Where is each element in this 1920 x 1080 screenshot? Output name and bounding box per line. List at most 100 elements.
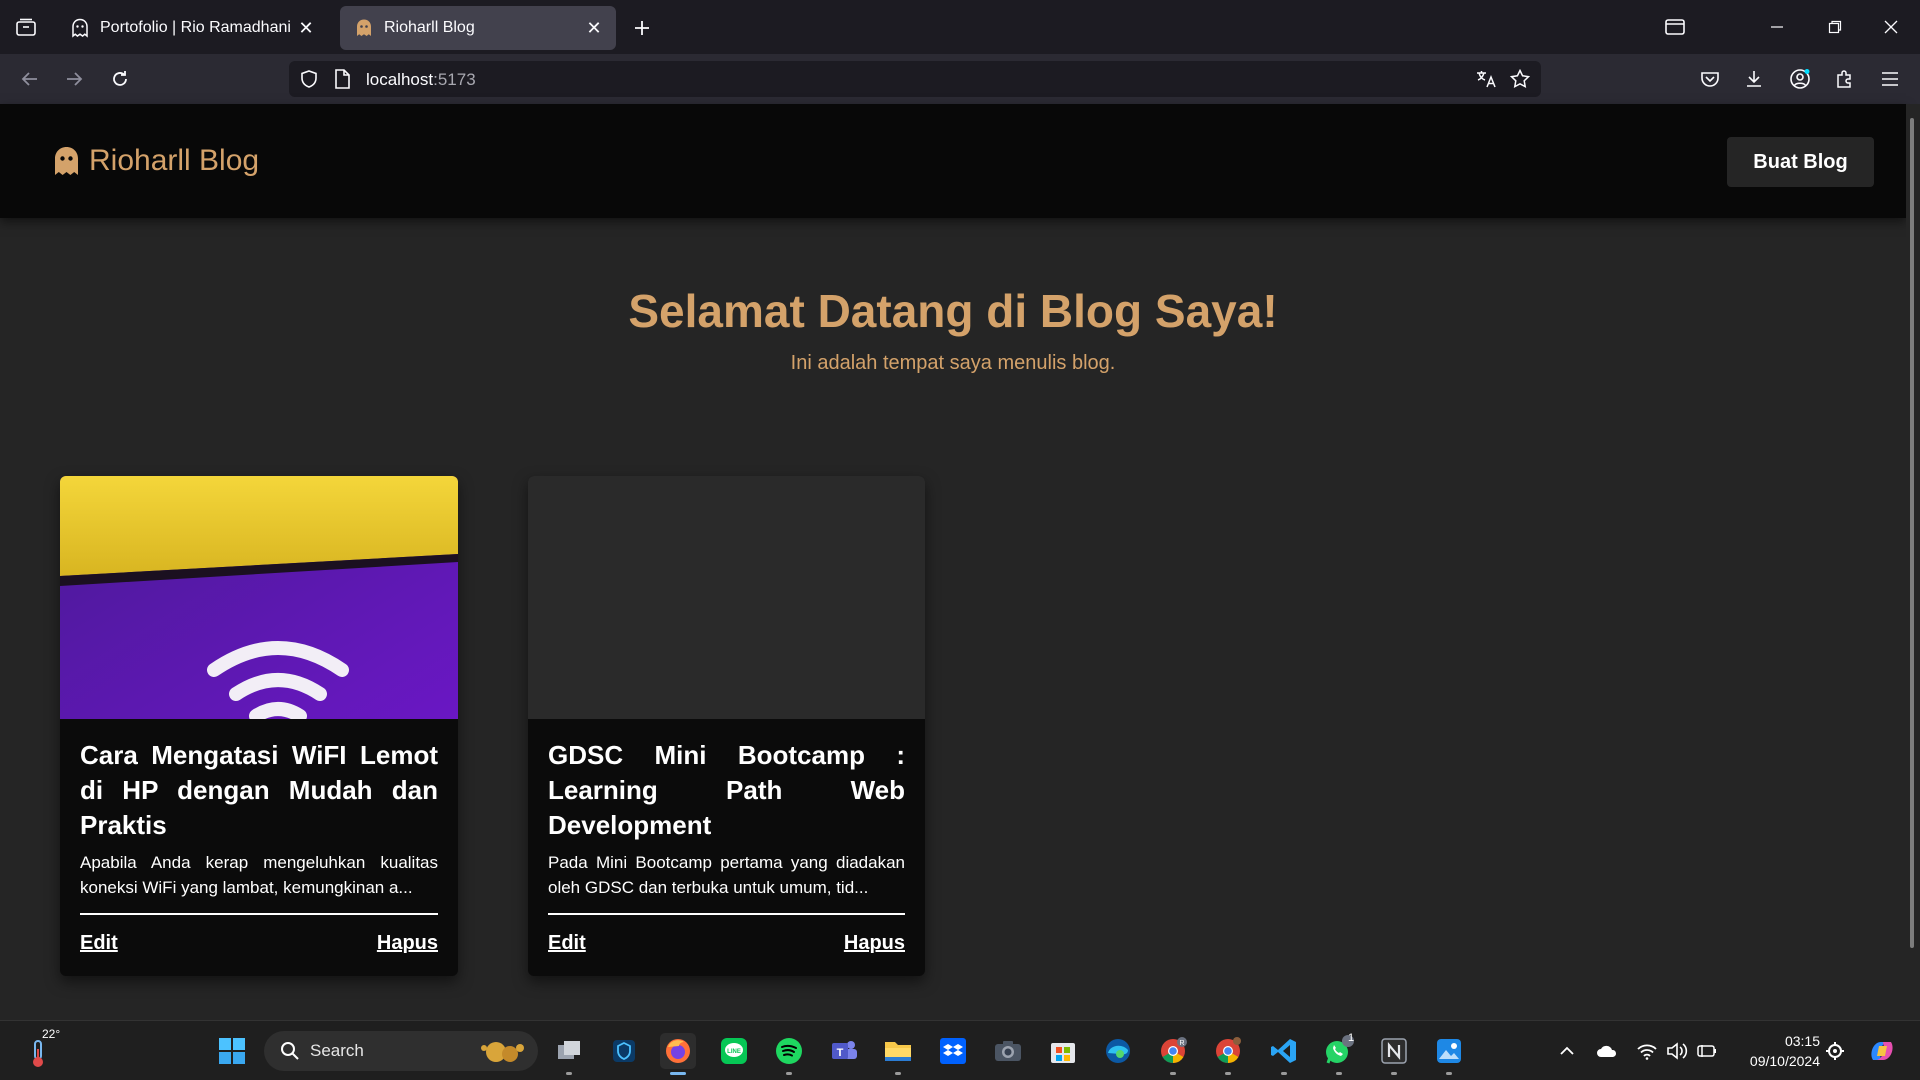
minimize-icon: [1771, 26, 1783, 28]
create-blog-button[interactable]: Buat Blog: [1727, 137, 1874, 187]
new-tab-button[interactable]: [628, 14, 656, 42]
scrollbar-thumb[interactable]: [1910, 118, 1914, 948]
forward-button[interactable]: [58, 63, 90, 95]
folder-icon: [885, 1042, 911, 1061]
notifications-tray[interactable]: [1823, 1039, 1847, 1063]
taskbar-search[interactable]: Search: [264, 1031, 538, 1071]
post-title[interactable]: Cara Mengatasi WiFI Lemot di HP dengan M…: [80, 738, 438, 843]
bookmark-star-icon: [1510, 69, 1530, 88]
svg-text:LINE: LINE: [727, 1049, 741, 1055]
battery-tray[interactable]: [1695, 1039, 1719, 1063]
pocket-icon: [1701, 72, 1719, 87]
menu-button[interactable]: [1874, 63, 1906, 95]
running-indicator: [1336, 1072, 1342, 1075]
hero-title: Selamat Datang di Blog Saya!: [628, 285, 1278, 337]
wifi-icon: [60, 476, 458, 719]
whatsapp-badge: 1: [1348, 1032, 1355, 1044]
blog-post-card[interactable]: GDSC Mini Bootcamp : Learning Path Web D…: [528, 476, 925, 976]
taskbar-edge[interactable]: [1100, 1033, 1136, 1069]
taskbar-task-view[interactable]: [551, 1033, 587, 1075]
brand-link[interactable]: Rioharll Blog: [53, 144, 259, 178]
close-tab-icon[interactable]: ✕: [296, 18, 316, 38]
svg-text:R: R: [1179, 1040, 1184, 1047]
restore-button[interactable]: [1806, 0, 1864, 54]
taskbar-camera[interactable]: [990, 1033, 1026, 1069]
back-button[interactable]: [14, 63, 46, 95]
puzzle-icon: [1837, 70, 1851, 88]
start-button[interactable]: [214, 1033, 250, 1069]
delete-post-link[interactable]: Hapus: [844, 932, 905, 955]
ghost-logo-icon: [55, 147, 78, 175]
battery-icon: [1697, 1045, 1716, 1057]
browser-tab-blog[interactable]: Rioharll Blog ✕: [340, 6, 616, 50]
close-tab-icon[interactable]: ✕: [584, 18, 604, 38]
teams-icon: T: [832, 1041, 857, 1059]
tab-title: Rioharll Blog: [384, 19, 475, 36]
show-hidden-icons-button[interactable]: [1555, 1039, 1579, 1063]
pocket-button[interactable]: [1694, 63, 1726, 95]
taskbar-firefox[interactable]: [660, 1033, 696, 1075]
post-title[interactable]: GDSC Mini Bootcamp : Learning Path Web D…: [548, 738, 905, 843]
page-icon: [335, 69, 350, 89]
camera-icon: [995, 1041, 1021, 1061]
delete-post-link[interactable]: Hapus: [377, 932, 438, 955]
running-indicator: [670, 1072, 686, 1075]
blog-post-card[interactable]: Cara Mengatasi WiFI Lemot di HP dengan M…: [60, 476, 458, 976]
taskbar-teams[interactable]: T: [826, 1033, 862, 1069]
browser-tab-strip: Portofolio | Rio Ramadhani Har ✕ Rioharl…: [0, 0, 1920, 54]
copilot-icon: [1871, 1042, 1893, 1060]
taskbar-chrome[interactable]: R: [1155, 1033, 1191, 1075]
taskbar-file-explorer[interactable]: [880, 1033, 916, 1075]
minimize-button[interactable]: [1748, 0, 1806, 54]
page-scrollbar[interactable]: [1906, 104, 1920, 1020]
hero-subtitle: Ini adalah tempat saya menulis blog.: [790, 352, 1116, 374]
weather-widget[interactable]: 22°: [26, 1027, 66, 1073]
system-clock[interactable]: 03:15 09/10/2024: [1730, 1031, 1820, 1071]
running-indicator: [1225, 1072, 1231, 1075]
edit-post-link[interactable]: Edit: [548, 932, 586, 955]
windows-logo-icon: [219, 1038, 245, 1064]
extensions-button[interactable]: [1829, 63, 1861, 95]
edit-post-link[interactable]: Edit: [80, 932, 118, 955]
browser-tab-portfolio[interactable]: Portofolio | Rio Ramadhani Har ✕: [56, 6, 328, 50]
tab-view-button[interactable]: [1646, 0, 1704, 54]
list-all-tabs-button[interactable]: [0, 0, 52, 54]
running-indicator: [1446, 1072, 1452, 1075]
reload-icon: [113, 71, 127, 86]
windows-taskbar: 22° Search LINE T R 1 03:15 09/10/2024: [0, 1020, 1920, 1080]
firefox-icon: [666, 1039, 690, 1063]
taskbar-chrome-profile[interactable]: [1210, 1033, 1246, 1075]
taskbar-line[interactable]: LINE: [716, 1033, 752, 1069]
restore-icon: [1828, 20, 1842, 34]
taskbar-vscode[interactable]: [1266, 1033, 1302, 1075]
taskbar-notion[interactable]: [1376, 1033, 1412, 1075]
downloads-button[interactable]: [1738, 63, 1770, 95]
edge-icon: [1106, 1039, 1130, 1063]
site-header: Rioharll Blog Buat Blog: [0, 104, 1906, 218]
window-view-icon: [1665, 19, 1685, 35]
close-window-button[interactable]: [1862, 0, 1920, 54]
reload-button[interactable]: [104, 63, 136, 95]
wifi-tray[interactable]: [1635, 1039, 1659, 1063]
onedrive-tray[interactable]: [1595, 1039, 1619, 1063]
copilot-button[interactable]: [1866, 1035, 1898, 1067]
taskbar-app-unknown[interactable]: [606, 1033, 642, 1069]
address-bar[interactable]: localhost:5173: [289, 61, 1541, 97]
ghost-favicon-icon: [72, 18, 88, 38]
download-icon: [1747, 71, 1761, 87]
taskbar-spotify[interactable]: [771, 1033, 807, 1075]
volume-tray[interactable]: [1665, 1039, 1689, 1063]
search-highlight-icon: [481, 1042, 524, 1062]
plus-icon: [635, 21, 649, 35]
taskbar-dropbox[interactable]: [935, 1033, 971, 1069]
post-thumbnail-wifi: [60, 476, 458, 719]
account-button[interactable]: [1784, 63, 1816, 95]
url-text: localhost:5173: [366, 70, 476, 90]
taskbar-store[interactable]: [1045, 1033, 1081, 1069]
taskbar-whatsapp[interactable]: 1: [1321, 1032, 1357, 1075]
search-label: Search: [310, 1041, 364, 1060]
store-icon: [1051, 1043, 1075, 1063]
tab-title: Portofolio | Rio Ramadhani Har: [100, 19, 296, 36]
taskbar-photos[interactable]: [1431, 1033, 1467, 1075]
post-excerpt: Pada Mini Bootcamp pertama yang diadakan…: [548, 853, 905, 897]
